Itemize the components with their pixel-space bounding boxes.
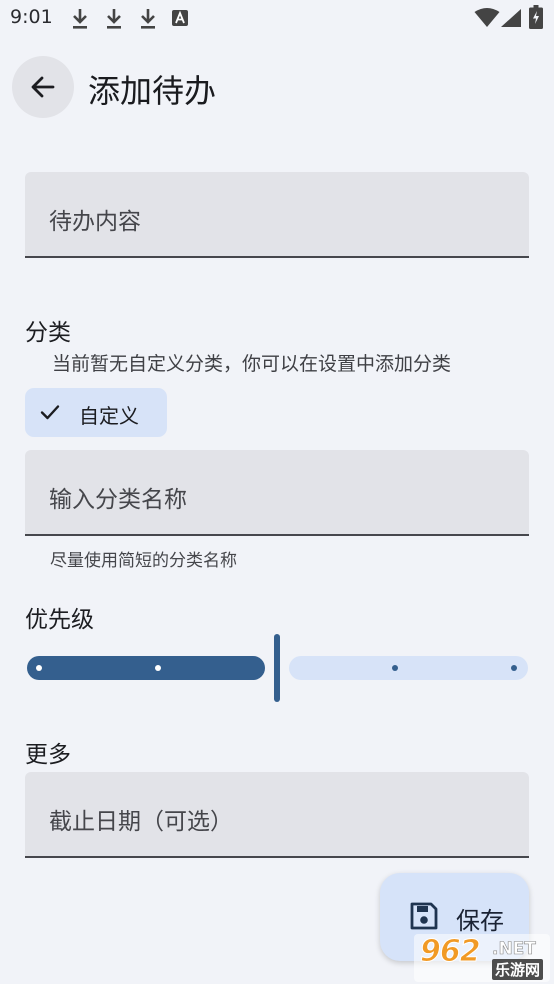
- custom-category-chip-label: 自定义: [79, 404, 139, 428]
- download-icon: [73, 9, 87, 29]
- category-section-title: 分类: [25, 320, 71, 346]
- deadline-input[interactable]: 截止日期（可选）: [25, 772, 529, 858]
- category-name-input[interactable]: 输入分类名称: [25, 450, 529, 536]
- category-name-helper: 尽量使用简短的分类名称: [50, 551, 237, 571]
- slider-tick: [155, 665, 161, 671]
- priority-slider[interactable]: [25, 632, 530, 704]
- status-time: 9:01: [10, 6, 53, 28]
- status-bar: 9:01: [0, 0, 554, 40]
- slider-inactive-track: [289, 656, 528, 680]
- priority-section-title: 优先级: [25, 607, 94, 633]
- site-watermark: 962 .NET 乐游网: [414, 934, 550, 982]
- slider-tick: [36, 665, 42, 671]
- watermark-logo: 962: [420, 934, 482, 970]
- category-empty-hint: 当前暂无自定义分类，你可以在设置中添加分类: [52, 353, 452, 375]
- save-button-label: 保存: [456, 907, 504, 935]
- slider-tick: [511, 665, 517, 671]
- watermark-domain: .NET: [492, 939, 537, 960]
- save-icon: [410, 902, 438, 930]
- download-icon: [141, 9, 155, 29]
- download-icon: [107, 9, 121, 29]
- todo-content-input[interactable]: 待办内容: [25, 172, 529, 258]
- deadline-placeholder: 截止日期（可选）: [49, 809, 233, 835]
- page-title: 添加待办: [88, 72, 217, 110]
- todo-content-placeholder: 待办内容: [49, 209, 141, 235]
- add-todo-screen: 9:01 添加待办 待办内容 分类 当前暂无自定义分类，你可以在设置中添加分类 …: [0, 0, 554, 984]
- wifi-icon: [474, 8, 500, 27]
- watermark-site-name: 乐游网: [492, 959, 544, 980]
- more-section-title: 更多: [25, 742, 71, 768]
- slider-thumb[interactable]: [274, 634, 280, 702]
- signal-icon: [501, 9, 521, 27]
- slider-tick: [392, 665, 398, 671]
- arrow-left-icon: [31, 76, 55, 98]
- category-name-placeholder: 输入分类名称: [49, 487, 187, 513]
- battery-charging-icon: [529, 5, 543, 29]
- slider-active-track: [27, 656, 265, 680]
- custom-category-chip[interactable]: 自定义: [25, 388, 167, 437]
- check-icon: [40, 405, 60, 420]
- a-letter-icon: [172, 10, 188, 26]
- back-button[interactable]: [12, 56, 74, 118]
